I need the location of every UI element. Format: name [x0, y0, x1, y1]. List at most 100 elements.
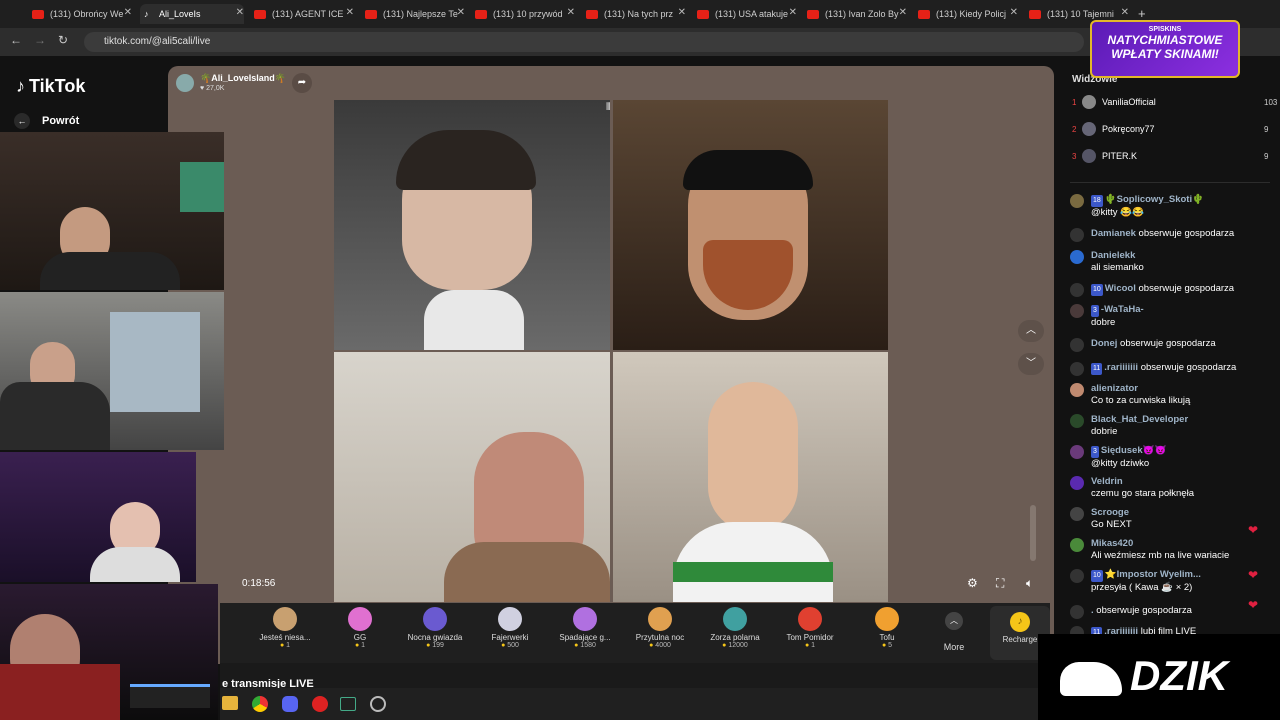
back-icon[interactable]: ←: [10, 33, 22, 47]
close-icon[interactable]: ✕: [899, 7, 907, 18]
volume-icon[interactable]: 🔈︎: [1026, 576, 1033, 591]
gift-name: Zorza polarna: [710, 633, 760, 642]
ranking-row[interactable]: 3 PITER.K 9: [1072, 149, 1268, 163]
share-icon[interactable]: ➦: [292, 73, 312, 93]
more-gifts-button[interactable]: ︿: [940, 612, 968, 634]
guest-tile-1[interactable]: [334, 100, 610, 350]
chat-message[interactable]: 3 Siędusek😈😈 @kitty dziwko: [1070, 445, 1270, 470]
chat-username[interactable]: Siędusek😈😈: [1101, 445, 1166, 456]
gift-item[interactable]: Tofu ● 5: [852, 607, 922, 649]
chat-message[interactable]: Black_Hat_Developer dobrie: [1070, 414, 1270, 438]
heart-icon: ❤: [1248, 523, 1259, 537]
chat-message[interactable]: 11 .rariiiiiii obserwuje gospodarza: [1070, 362, 1270, 376]
youtube-icon: [1029, 9, 1041, 19]
chat-message[interactable]: Veldrin czemu go stara połknęła: [1070, 476, 1270, 500]
terminal-icon[interactable]: [340, 697, 356, 711]
guest-tile-2[interactable]: [613, 100, 888, 350]
ranking-row[interactable]: 2 Pokręcony77 9: [1072, 122, 1268, 136]
chevron-up-icon[interactable]: ︿: [1018, 320, 1044, 342]
new-tab-button[interactable]: +: [1138, 6, 1146, 21]
chat-message[interactable]: . obserwuje gospodarza: [1070, 605, 1270, 619]
close-icon[interactable]: ✕: [1010, 7, 1018, 18]
volume-slider[interactable]: [1030, 505, 1036, 561]
folder-icon[interactable]: [222, 696, 238, 710]
chat-username[interactable]: .rariiiiiii: [1104, 362, 1138, 373]
chat-message[interactable]: 10 Wicool obserwuje gospodarza: [1070, 283, 1270, 297]
more-label[interactable]: More: [940, 642, 968, 652]
guest-tile-3[interactable]: [334, 352, 610, 602]
close-icon[interactable]: ✕: [346, 7, 354, 18]
chat-message[interactable]: Damianek obserwuje gospodarza: [1070, 228, 1270, 242]
avatar: [1070, 605, 1084, 619]
host-name[interactable]: 🌴Ali_LoveIsland🌴: [200, 73, 286, 84]
chevron-down-icon[interactable]: ﹀: [1018, 353, 1044, 375]
back-button[interactable]: ← Powrót: [14, 113, 79, 129]
browser-tab[interactable]: ♪ Ali_LoveIs ✕: [140, 4, 244, 24]
chat-username[interactable]: Danielekk: [1091, 250, 1135, 261]
chat-message[interactable]: Danielekk ali siemanko: [1070, 250, 1270, 274]
ranking-row[interactable]: 1 VaniliaOfficial 103: [1072, 95, 1277, 109]
host-avatar[interactable]: [176, 74, 194, 92]
gift-item[interactable]: Nocna gwiazda ● 199: [400, 607, 470, 649]
gift-price-value: 1580: [580, 642, 596, 649]
chat-text: obserwuje gospodarza: [1120, 338, 1216, 349]
close-icon[interactable]: ✕: [1121, 7, 1129, 18]
gift-item[interactable]: Fajerwerki ● 500: [475, 607, 545, 649]
browser-tab[interactable]: (131) Na tych prz ✕: [582, 4, 686, 24]
chat-message[interactable]: Donej obserwuje gospodarza: [1070, 338, 1270, 352]
chat-username[interactable]: Veldrin: [1091, 476, 1123, 487]
browser-tab[interactable]: (131) 10 przywód ✕: [471, 4, 575, 24]
chat-username[interactable]: Mikas420: [1091, 538, 1133, 549]
gift-price: ● 1: [325, 642, 395, 649]
settings-icon[interactable]: ⚙: [967, 576, 978, 590]
chat-username[interactable]: 🌵Soplicowy_Skoti🌵: [1105, 194, 1204, 205]
chat-message[interactable]: alienizator Co to za curwiska likują: [1070, 383, 1270, 407]
chat-username[interactable]: ⭐Impostor Wyelim...: [1105, 569, 1201, 580]
chat-message[interactable]: Scrooge Go NEXT: [1070, 507, 1270, 531]
tab-label: (131) 10 przywód: [493, 9, 563, 19]
gift-item[interactable]: Tom Pomidor ● 1: [775, 607, 845, 649]
forward-icon[interactable]: →: [34, 33, 46, 47]
reload-icon[interactable]: ↻: [58, 33, 68, 47]
chat-username[interactable]: -WaTaHa-: [1101, 304, 1144, 315]
chat-username[interactable]: Wicool: [1105, 283, 1136, 294]
chat-message[interactable]: Mikas420 Ali weźmiesz mb na live wariacie: [1070, 538, 1270, 562]
chat-message[interactable]: 3 -WaTaHa-dobre: [1070, 304, 1270, 329]
url-field[interactable]: tiktok.com/@ali5cali/live: [84, 32, 1084, 52]
close-icon[interactable]: ✕: [236, 7, 244, 18]
chat-username[interactable]: alienizator: [1091, 383, 1138, 394]
chrome-icon[interactable]: [252, 696, 268, 712]
discord-icon[interactable]: [282, 696, 298, 712]
close-icon[interactable]: ✕: [457, 7, 465, 18]
gift-item[interactable]: Spadające g... ● 1580: [550, 607, 620, 649]
tiktok-logo[interactable]: ♪ TikTok: [16, 76, 85, 97]
chat-username[interactable]: Donej: [1091, 338, 1117, 349]
gift-item[interactable]: Jesteś niesa... ● 1: [250, 607, 320, 649]
chat-username[interactable]: Scrooge: [1091, 507, 1129, 518]
browser-tab[interactable]: (131) Najlepsze Te ✕: [361, 4, 465, 24]
chat-username[interactable]: .: [1091, 605, 1094, 616]
gift-item[interactable]: Zorza polarna ● 12000: [700, 607, 770, 649]
browser-tab[interactable]: (131) USA atakuje ✕: [693, 4, 797, 24]
chat-username[interactable]: Damianek: [1091, 228, 1136, 239]
guest-tile-4[interactable]: [613, 352, 888, 602]
fullscreen-icon[interactable]: ⛶: [996, 576, 1004, 591]
close-icon[interactable]: ✕: [678, 7, 686, 18]
browser-tab[interactable]: (131) Kiedy Policj ✕: [914, 4, 1018, 24]
gift-item[interactable]: GG ● 1: [325, 607, 395, 649]
app-icon[interactable]: [312, 696, 328, 712]
browser-tab[interactable]: (131) Ivan Zolo By ✕: [803, 4, 907, 24]
obs-icon[interactable]: [370, 696, 386, 712]
chat-message[interactable]: 18 🌵Soplicowy_Skoti🌵 @kitty 😂😂: [1070, 194, 1270, 219]
avatar: [1082, 95, 1096, 109]
chat-username[interactable]: Black_Hat_Developer: [1091, 414, 1188, 425]
close-icon[interactable]: ✕: [567, 7, 575, 18]
spiskins-ad: SPISKINS NATYCHMIASTOWE WPŁATY SKINAMI!: [1090, 20, 1240, 78]
browser-tab[interactable]: (131) Obrońcy We ✕: [28, 4, 132, 24]
close-icon[interactable]: ✕: [789, 7, 797, 18]
browser-tab[interactable]: (131) AGENT ICE ✕: [250, 4, 354, 24]
chat-message[interactable]: 10 ⭐Impostor Wyelim... przesyła ( Kawa ☕ ×…: [1070, 569, 1270, 594]
viewer-score: 103: [1264, 97, 1278, 107]
gift-item[interactable]: Przytulna noc ● 4000: [625, 607, 695, 649]
close-icon[interactable]: ✕: [124, 7, 132, 18]
